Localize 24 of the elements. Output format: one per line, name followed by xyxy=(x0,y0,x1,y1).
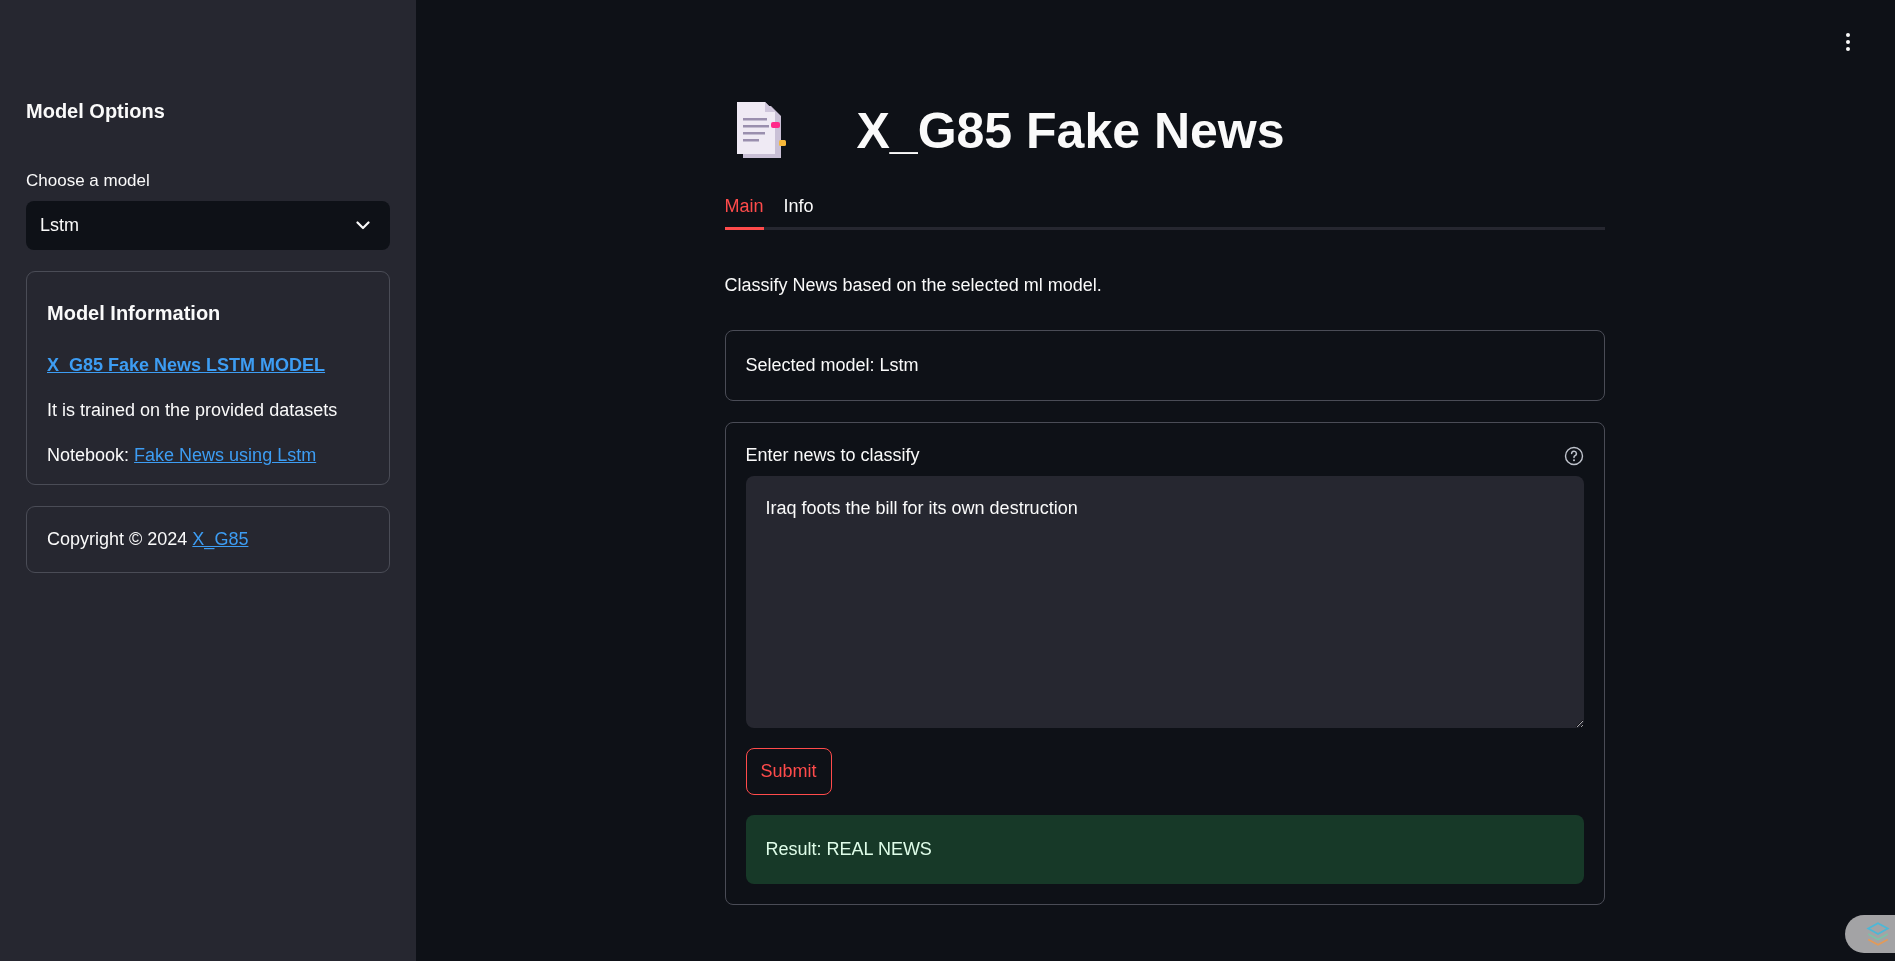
cubes-icon xyxy=(1865,921,1891,947)
sidebar-heading: Model Options xyxy=(26,100,166,123)
model-select[interactable]: Lstm xyxy=(26,201,390,250)
result-alert: Result: REAL NEWS xyxy=(745,815,1584,884)
selected-model-box: Selected model: Lstm xyxy=(724,330,1605,401)
field-label: Choose a model xyxy=(26,171,151,191)
copyright-text: Copyright © 2024 xyxy=(47,529,188,549)
description-text: It is trained on the provided datasets xyxy=(47,400,339,421)
page-title: X_G85 Fake News xyxy=(856,102,1285,160)
caption-text: Classify News based on the selected ml model. xyxy=(724,275,1103,296)
news-input-field[interactable]: Iraq foots the bill for its own destruction xyxy=(745,476,1584,728)
tab[interactable]: Main xyxy=(724,190,764,230)
chevron-down-icon xyxy=(356,221,370,230)
notebook-link[interactable]: Fake News using Lstm xyxy=(134,445,317,465)
submit-button[interactable]: Submit xyxy=(745,748,832,795)
help-icon[interactable] xyxy=(1563,445,1584,466)
menu-icon[interactable] xyxy=(1845,32,1851,52)
field-label: Enter news to classify xyxy=(745,445,920,466)
app-badge[interactable] xyxy=(1845,915,1895,953)
author-link[interactable]: X_G85 xyxy=(192,529,249,549)
card-heading: Model Information xyxy=(47,302,222,325)
model-link[interactable]: X_G85 Fake News LSTM MODEL xyxy=(47,355,326,375)
tab[interactable]: Info xyxy=(783,190,814,230)
notebook-label: Notebook: xyxy=(47,445,130,465)
